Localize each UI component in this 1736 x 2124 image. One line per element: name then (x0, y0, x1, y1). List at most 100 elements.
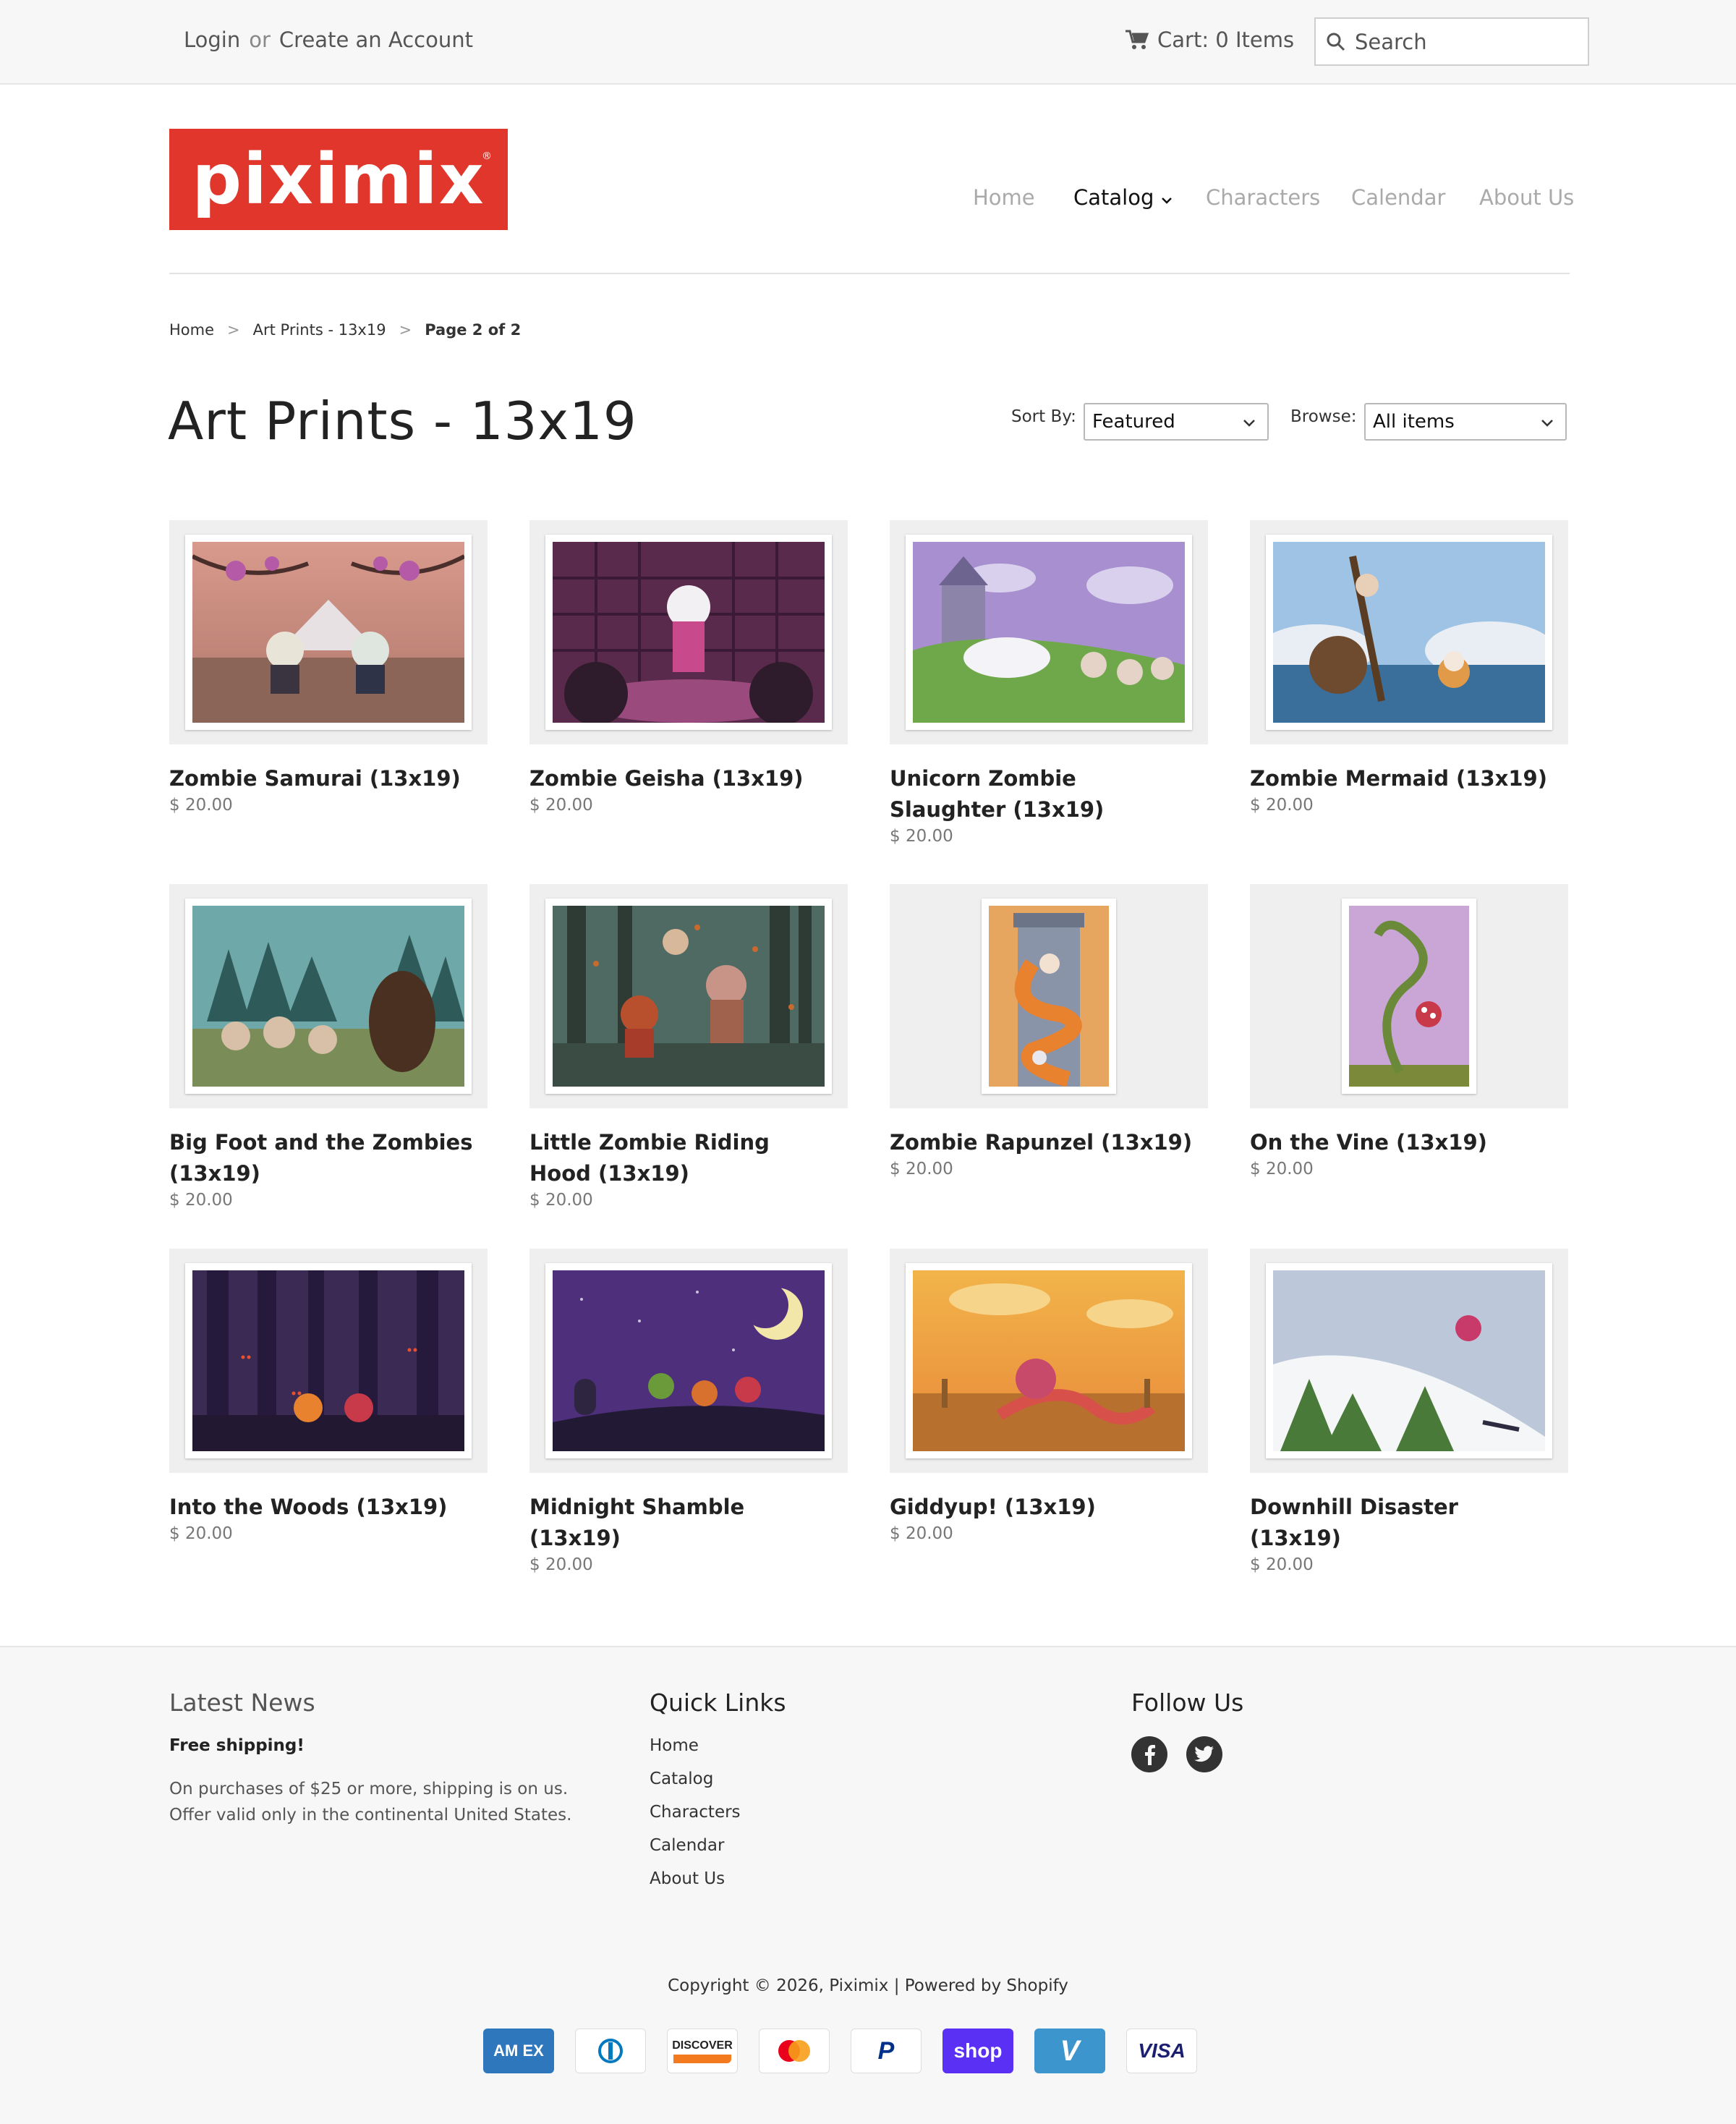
login-link[interactable]: Login (184, 27, 240, 52)
product-image-frame[interactable] (1250, 1249, 1568, 1473)
paypal-icon: P (851, 2029, 922, 2073)
footer-link-about-us[interactable]: About Us (650, 1869, 741, 1903)
footer-link-calendar[interactable]: Calendar (650, 1836, 741, 1869)
social-links (1131, 1736, 1222, 1772)
cart-label: Cart: 0 Items (1157, 27, 1295, 52)
nav-catalog[interactable]: Catalog (1073, 185, 1173, 210)
browse-select[interactable]: All items (1364, 403, 1567, 441)
product-image (192, 542, 464, 723)
product-card[interactable]: Zombie Mermaid (13x19) $ 20.00 (1250, 520, 1568, 815)
product-price: $ 20.00 (529, 1191, 593, 1210)
product-card[interactable]: Giddyup! (13x19) $ 20.00 (890, 1249, 1208, 1543)
breadcrumb-home[interactable]: Home (169, 321, 214, 339)
product-card[interactable]: On the Vine (13x19) $ 20.00 (1250, 884, 1568, 1178)
registered-mark: ® (482, 150, 492, 162)
product-image-frame[interactable] (890, 1249, 1208, 1473)
sort-label: Sort By: (1011, 407, 1076, 426)
cart-link[interactable]: Cart: 0 Items (1126, 27, 1294, 52)
product-title[interactable]: On the Vine (13x19) (1250, 1127, 1554, 1158)
product-image-frame[interactable] (890, 520, 1208, 744)
product-image-frame[interactable] (169, 1249, 488, 1473)
product-title[interactable]: Zombie Samurai (13x19) (169, 763, 473, 794)
product-title[interactable]: Zombie Mermaid (13x19) (1250, 763, 1554, 794)
product-title[interactable]: Into the Woods (13x19) (169, 1492, 473, 1523)
product-price: $ 20.00 (169, 1191, 233, 1210)
product-price: $ 20.00 (529, 796, 593, 815)
main-navigation: Home Catalog Characters Calendar About U… (0, 185, 1736, 214)
product-title[interactable]: Zombie Rapunzel (13x19) (890, 1127, 1194, 1158)
product-image-frame[interactable] (1250, 884, 1568, 1108)
product-image-frame[interactable] (529, 1249, 848, 1473)
product-title[interactable]: Giddyup! (13x19) (890, 1492, 1194, 1523)
product-card[interactable]: Downhill Disaster (13x19) $ 20.00 (1250, 1249, 1568, 1574)
footer-link-catalog[interactable]: Catalog (650, 1770, 741, 1803)
follow-us-title: Follow Us (1131, 1688, 1244, 1717)
print-mat (545, 535, 832, 730)
sort-select[interactable]: Featured (1084, 403, 1269, 441)
nav-characters[interactable]: Characters (1206, 185, 1320, 210)
product-title[interactable]: Midnight Shamble (13x19) (529, 1492, 833, 1554)
product-title[interactable]: Little Zombie Riding Hood (13x19) (529, 1127, 833, 1189)
piximix-logo[interactable]: piximix ® (169, 129, 508, 230)
product-card[interactable]: Unicorn Zombie Slaughter (13x19) $ 20.00 (890, 520, 1208, 846)
product-card[interactable]: Zombie Geisha (13x19) $ 20.00 (529, 520, 848, 815)
product-image-frame[interactable] (890, 884, 1208, 1108)
breadcrumb-separator: > (227, 321, 240, 339)
product-image (192, 906, 464, 1087)
product-card[interactable]: Zombie Rapunzel (13x19) $ 20.00 (890, 884, 1208, 1178)
print-mat (545, 1263, 832, 1458)
print-mat (185, 899, 472, 1094)
footer-link-home[interactable]: Home (650, 1736, 741, 1770)
print-mat (982, 899, 1116, 1094)
cart-icon (1126, 30, 1149, 49)
product-card[interactable]: Into the Woods (13x19) $ 20.00 (169, 1249, 488, 1543)
twitter-icon[interactable] (1186, 1736, 1222, 1772)
product-image-frame[interactable] (529, 520, 848, 744)
product-title[interactable]: Downhill Disaster (13x19) (1250, 1492, 1554, 1554)
or-text: or (249, 27, 271, 52)
print-mat (1266, 1263, 1552, 1458)
product-card[interactable]: Midnight Shamble (13x19) $ 20.00 (529, 1249, 848, 1574)
product-card[interactable]: Little Zombie Riding Hood (13x19) $ 20.0… (529, 884, 848, 1210)
product-image (913, 542, 1185, 723)
nav-calendar[interactable]: Calendar (1351, 185, 1445, 210)
print-mat (545, 899, 832, 1094)
product-image (553, 906, 825, 1087)
chevron-down-icon (1161, 197, 1172, 204)
product-image (553, 1270, 825, 1451)
breadcrumb: Home > Art Prints - 13x19 > Page 2 of 2 (169, 321, 521, 339)
product-image (913, 1270, 1185, 1451)
top-utility-bar: Login or Create an Account Cart: 0 Items (0, 0, 1736, 85)
print-mat (1266, 535, 1552, 730)
facebook-icon[interactable] (1131, 1736, 1167, 1772)
news-body: On purchases of $25 or more, shipping is… (169, 1780, 572, 1824)
search-icon[interactable] (1326, 32, 1346, 52)
chevron-down-icon (1541, 420, 1553, 427)
nav-home[interactable]: Home (973, 185, 1035, 210)
print-mat (906, 535, 1192, 730)
print-mat (185, 1263, 472, 1458)
search-input[interactable] (1355, 29, 1572, 54)
header-divider (169, 273, 1570, 274)
product-title[interactable]: Unicorn Zombie Slaughter (13x19) (890, 763, 1194, 825)
breadcrumb-separator: > (399, 321, 412, 339)
footer-link-characters[interactable]: Characters (650, 1803, 741, 1836)
product-image-frame[interactable] (169, 520, 488, 744)
create-account-link[interactable]: Create an Account (279, 27, 473, 52)
product-image-frame[interactable] (169, 884, 488, 1108)
breadcrumb-category[interactable]: Art Prints - 13x19 (253, 321, 386, 339)
nav-about-us[interactable]: About Us (1479, 185, 1574, 210)
product-price: $ 20.00 (169, 796, 233, 815)
product-card[interactable]: Big Foot and the Zombies (13x19) $ 20.00 (169, 884, 488, 1210)
product-image-frame[interactable] (1250, 520, 1568, 744)
nav-catalog-label: Catalog (1073, 185, 1154, 210)
browse-label: Browse: (1290, 407, 1357, 426)
product-title[interactable]: Zombie Geisha (13x19) (529, 763, 833, 794)
account-links: Login or Create an Account (184, 27, 473, 52)
browse-value: All items (1373, 411, 1455, 433)
product-image-frame[interactable] (529, 884, 848, 1108)
payment-icons: AM EX DISCOVER P shop V VISA (483, 2029, 1197, 2073)
product-title[interactable]: Big Foot and the Zombies (13x19) (169, 1127, 473, 1189)
product-price: $ 20.00 (1250, 796, 1314, 815)
product-card[interactable]: Zombie Samurai (13x19) $ 20.00 (169, 520, 488, 815)
